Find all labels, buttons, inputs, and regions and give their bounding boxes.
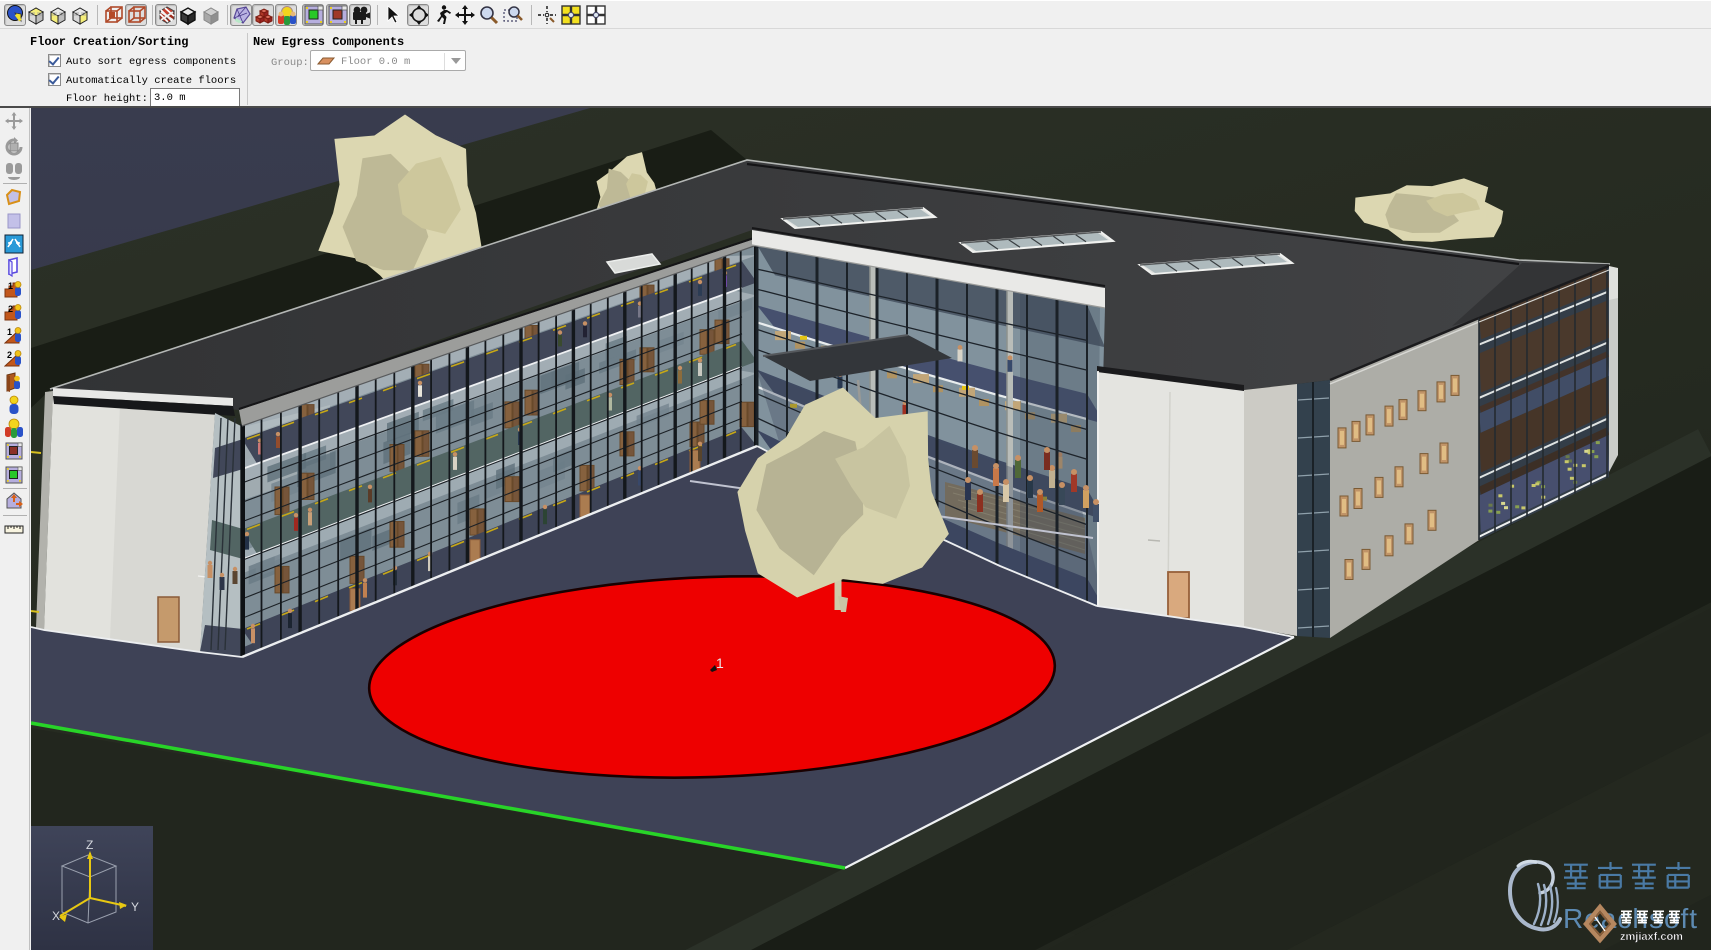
svg-text:Reachsoft: Reachsoft <box>1563 903 1698 934</box>
svg-text:zmjiaxf.com: zmjiaxf.com <box>1620 931 1683 943</box>
svg-text:Y: Y <box>131 900 139 914</box>
svg-text:Z: Z <box>86 838 93 852</box>
svg-text:2: 2 <box>8 304 13 314</box>
svg-text:1: 1 <box>7 327 12 337</box>
svg-text:2: 2 <box>7 350 12 360</box>
svg-text:1: 1 <box>716 655 724 671</box>
svg-text:X: X <box>52 909 60 923</box>
svg-text:1: 1 <box>8 281 13 291</box>
